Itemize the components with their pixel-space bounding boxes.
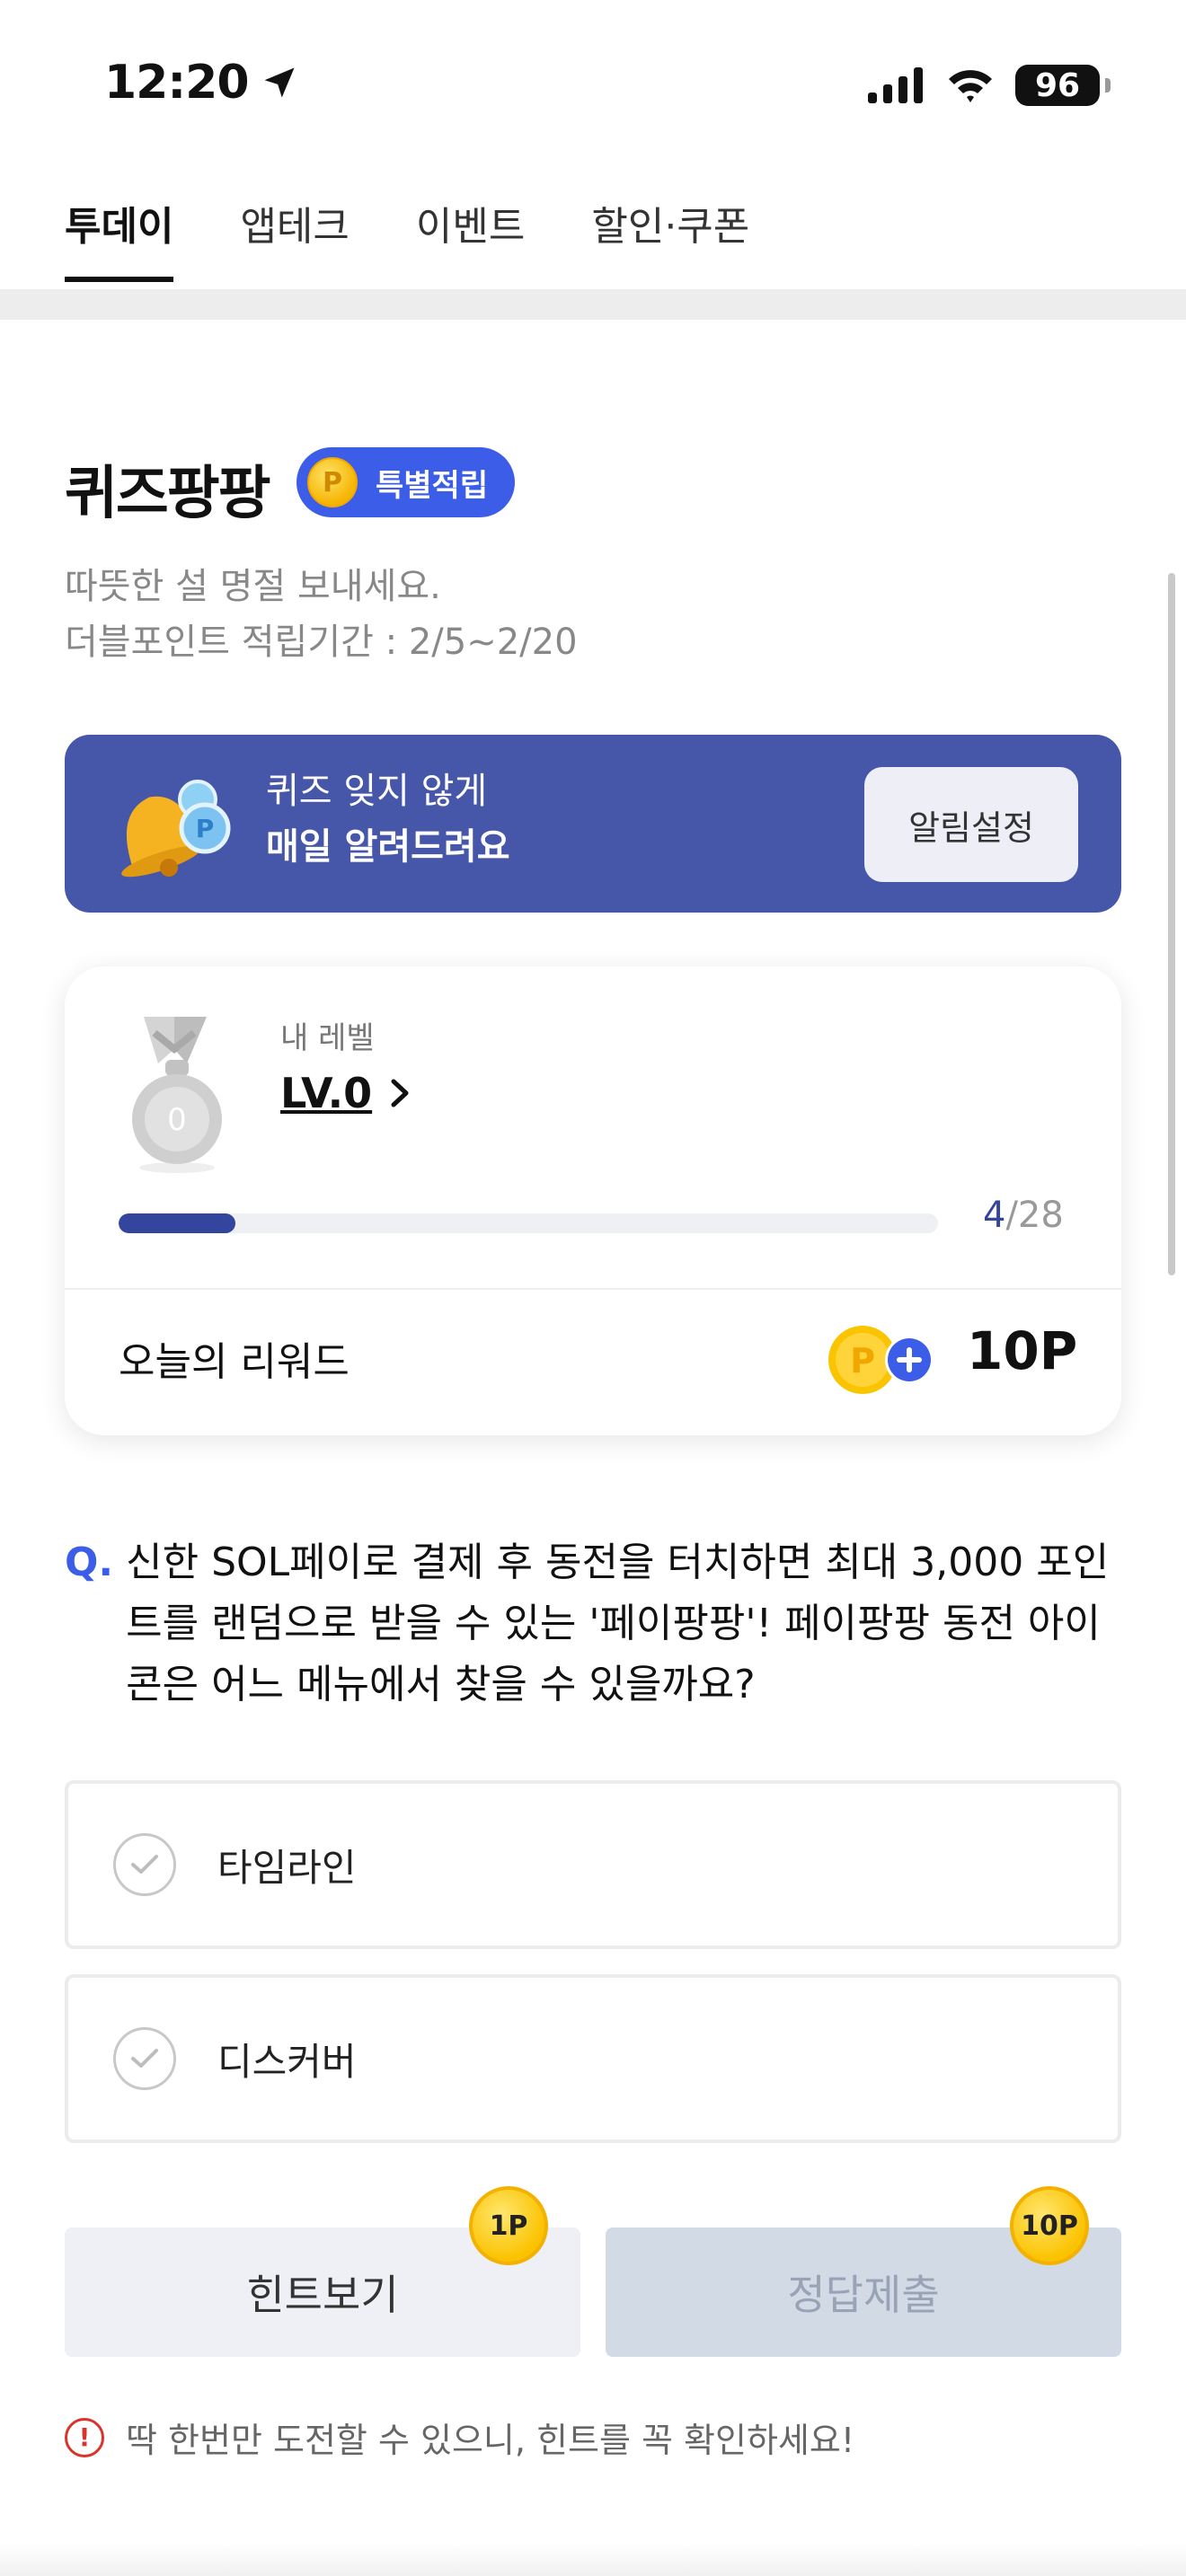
tab-today[interactable]: 투데이 <box>65 194 174 282</box>
battery-indicator: 96 <box>1015 65 1111 106</box>
card-divider <box>65 1288 1121 1290</box>
alarm-settings-button[interactable]: 알림설정 <box>864 767 1078 882</box>
page-title: 퀴즈팡팡 <box>65 461 271 527</box>
status-indicators: 96 <box>868 65 1111 106</box>
today-reward-value: 10P <box>967 1320 1078 1381</box>
bottom-fade <box>0 2544 1186 2576</box>
status-time: 12:20 <box>104 56 299 110</box>
hint-cost-coin: 1P <box>469 2186 548 2265</box>
banner-line-2: 매일 알려드려요 <box>266 826 510 868</box>
banner-line-1: 퀴즈 잊지 않게 <box>266 771 488 812</box>
answer-option-timeline[interactable]: 타임라인 <box>65 1780 1121 1949</box>
level-progress-count: 4/28 <box>983 1195 1064 1236</box>
option-label: 타임라인 <box>217 1845 357 1890</box>
point-coin-icon: P <box>307 457 358 507</box>
level-progress-fill <box>119 1213 236 1233</box>
reward-coin-letter: P <box>850 1341 875 1381</box>
level-value: LV.0 <box>280 1069 373 1117</box>
warning-message: ! 딱 한번만 도전할 수 있으니, 힌트를 꼭 확인하세요! <box>65 2413 854 2462</box>
wifi-icon <box>949 70 992 102</box>
today-reward-label: 오늘의 리워드 <box>119 1339 350 1385</box>
bell-with-coins-icon: P <box>121 780 231 878</box>
location-arrow-icon <box>264 67 295 98</box>
medal-level-number: 0 <box>167 1102 187 1138</box>
top-tab-bar: 투데이 앱테크 이벤트 할인·쿠폰 <box>65 194 749 282</box>
warning-text: 딱 한번만 도전할 수 있으니, 힌트를 꼭 확인하세요! <box>126 2421 855 2460</box>
badge-label: 특별적립 <box>376 467 489 504</box>
check-circle-icon <box>113 2027 176 2090</box>
tab-apptech[interactable]: 앱테크 <box>240 194 349 282</box>
progress-total: /28 <box>1005 1195 1064 1236</box>
progress-current: 4 <box>983 1195 1006 1236</box>
submit-reward-coin: 10P <box>1010 2186 1089 2265</box>
warning-icon: ! <box>65 2417 104 2457</box>
my-level-label: 내 레벨 <box>280 1020 375 1056</box>
banner-message: 퀴즈 잊지 않게 매일 알려드려요 <box>266 763 510 875</box>
scrollbar[interactable] <box>1168 573 1175 1275</box>
question-mark-label: Q. <box>65 1539 114 1585</box>
section-divider <box>0 289 1186 320</box>
status-time-text: 12:20 <box>104 56 250 110</box>
reward-coin-plus-icon: P <box>828 1326 934 1394</box>
check-circle-icon <box>113 1833 176 1896</box>
tab-event[interactable]: 이벤트 <box>416 194 525 282</box>
question-text: 신한 SOL페이로 결제 후 동전을 터치하면 최대 3,000 포인트를 랜덤… <box>126 1539 1110 1707</box>
special-earn-badge: P 특별적립 <box>296 447 516 517</box>
tab-discount-coupon[interactable]: 할인·쿠폰 <box>591 194 749 282</box>
level-link[interactable]: LV.0 <box>280 1069 412 1117</box>
svg-text:P: P <box>196 814 215 843</box>
answer-option-discover[interactable]: 디스커버 <box>65 1974 1121 2143</box>
subtitle-line-2: 더블포인트 적립기간 : 2/5~2/20 <box>65 622 578 663</box>
signal-icon <box>868 67 923 103</box>
subtitle-line-1: 따뜻한 설 명절 보내세요. <box>65 566 441 607</box>
level-progress-bar <box>119 1213 938 1233</box>
option-label: 디스커버 <box>217 2039 357 2084</box>
silver-medal-icon: 0 <box>132 1017 222 1173</box>
quiz-question: Q. 신한 SOL페이로 결제 후 동전을 터치하면 최대 3,000 포인트를… <box>65 1532 1121 1716</box>
chevron-right-icon <box>391 1079 409 1107</box>
quiz-subtitle: 따뜻한 설 명절 보내세요. 더블포인트 적립기간 : 2/5~2/20 <box>65 559 578 670</box>
